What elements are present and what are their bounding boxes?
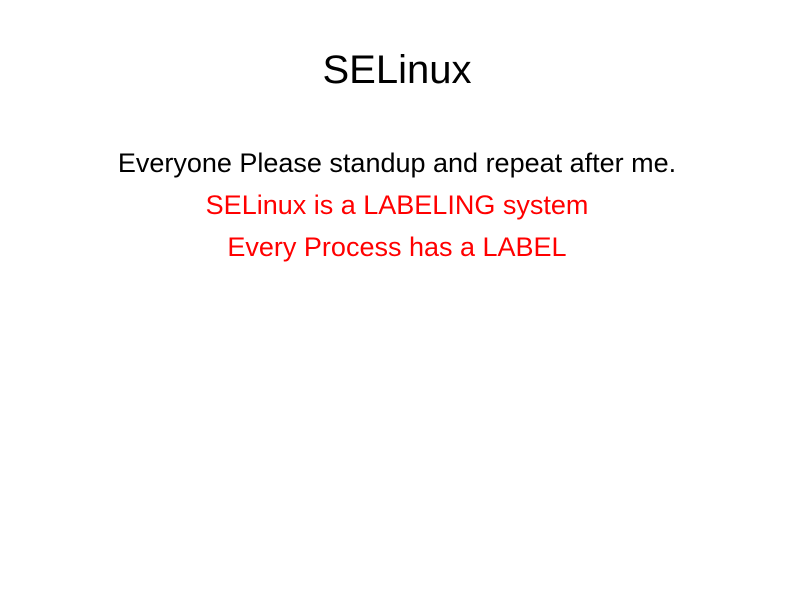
body-line-2: SELinux is a LABELING system: [0, 185, 794, 227]
body-line-1: Everyone Please standup and repeat after…: [0, 143, 794, 185]
body-line-3: Every Process has a LABEL: [0, 227, 794, 269]
slide-container: SELinux Everyone Please standup and repe…: [0, 0, 794, 595]
slide-title: SELinux: [0, 48, 794, 93]
